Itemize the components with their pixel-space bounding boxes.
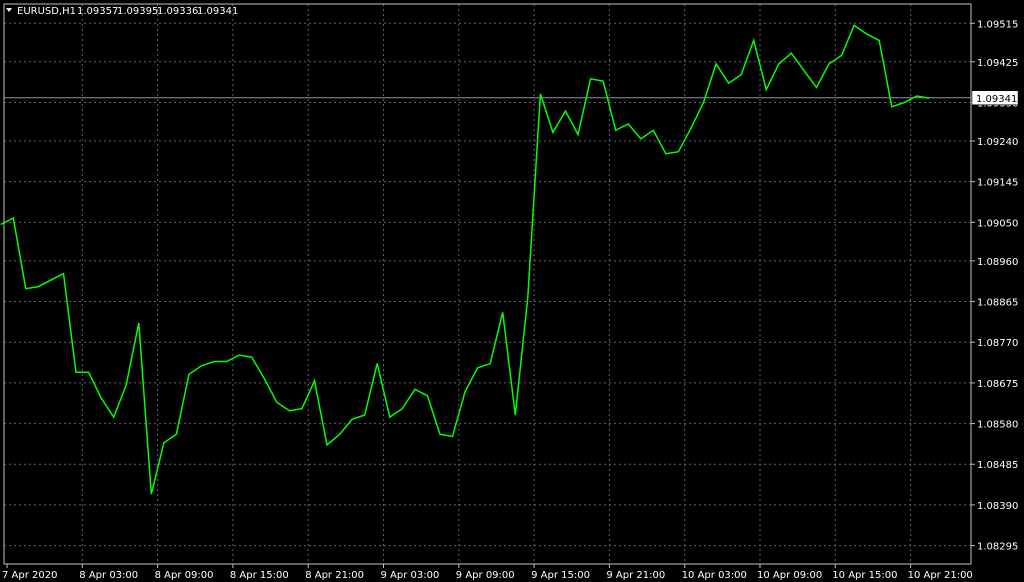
price-chart[interactable]: 1.095151.094251.093301.092401.091451.090… (0, 0, 1024, 582)
time-tick-label: 8 Apr 09:00 (155, 570, 214, 581)
price-tick-label: 1.09145 (977, 178, 1018, 189)
price-tick-label: 1.09050 (977, 218, 1018, 229)
chart-header: EURUSD,H1 1.09357 1.09395 1.09336 1.0934… (6, 6, 238, 17)
time-tick-label: 8 Apr 15:00 (230, 570, 289, 581)
price-tick-label: 1.08485 (977, 460, 1018, 471)
current-price-label: 1.09341 (976, 94, 1017, 105)
close-value: 1.09341 (197, 6, 238, 17)
price-tick-label: 1.09240 (977, 137, 1018, 148)
price-tick-label: 1.08390 (977, 501, 1018, 512)
time-tick-label: 9 Apr 15:00 (531, 570, 590, 581)
time-tick-label: 7 Apr 2020 (2, 570, 57, 581)
time-tick-label: 8 Apr 21:00 (305, 570, 364, 581)
low-value: 1.09336 (157, 6, 198, 17)
time-tick-label: 10 Apr 21:00 (908, 570, 973, 581)
grid (4, 4, 971, 564)
open-value: 1.09357 (77, 6, 118, 17)
dropdown-triangle-icon[interactable] (6, 8, 12, 12)
price-tick-label: 1.08770 (977, 338, 1018, 349)
time-tick-label: 9 Apr 09:00 (456, 570, 515, 581)
time-tick-label: 9 Apr 21:00 (606, 570, 665, 581)
price-tag: 1.09341 (971, 90, 1019, 106)
time-tick-label: 8 Apr 03:00 (79, 570, 138, 581)
plot-frame (3, 3, 972, 565)
time-axis[interactable]: 7 Apr 2020 8 Apr 03:00 8 Apr 09:00 8 Apr 15… (2, 564, 973, 581)
price-tick-label: 1.08580 (977, 420, 1018, 431)
price-tick-label: 1.08865 (977, 298, 1018, 309)
chart-window[interactable]: 1.095151.094251.093301.092401.091451.090… (0, 0, 1024, 582)
high-value: 1.09395 (117, 6, 158, 17)
time-tick-label: 10 Apr 09:00 (757, 570, 822, 581)
price-tick-label: 1.09515 (977, 19, 1018, 30)
time-tick-label: 10 Apr 15:00 (832, 570, 897, 581)
time-tick-label: 10 Apr 03:00 (682, 570, 747, 581)
symbol-label: EURUSD,H1 (17, 6, 76, 17)
price-tick-label: 1.08295 (977, 542, 1018, 553)
price-tick-label: 1.09425 (977, 58, 1018, 69)
price-tick-label: 1.08675 (977, 379, 1018, 390)
price-tick-label: 1.08960 (977, 257, 1018, 268)
time-tick-label: 9 Apr 03:00 (381, 570, 440, 581)
